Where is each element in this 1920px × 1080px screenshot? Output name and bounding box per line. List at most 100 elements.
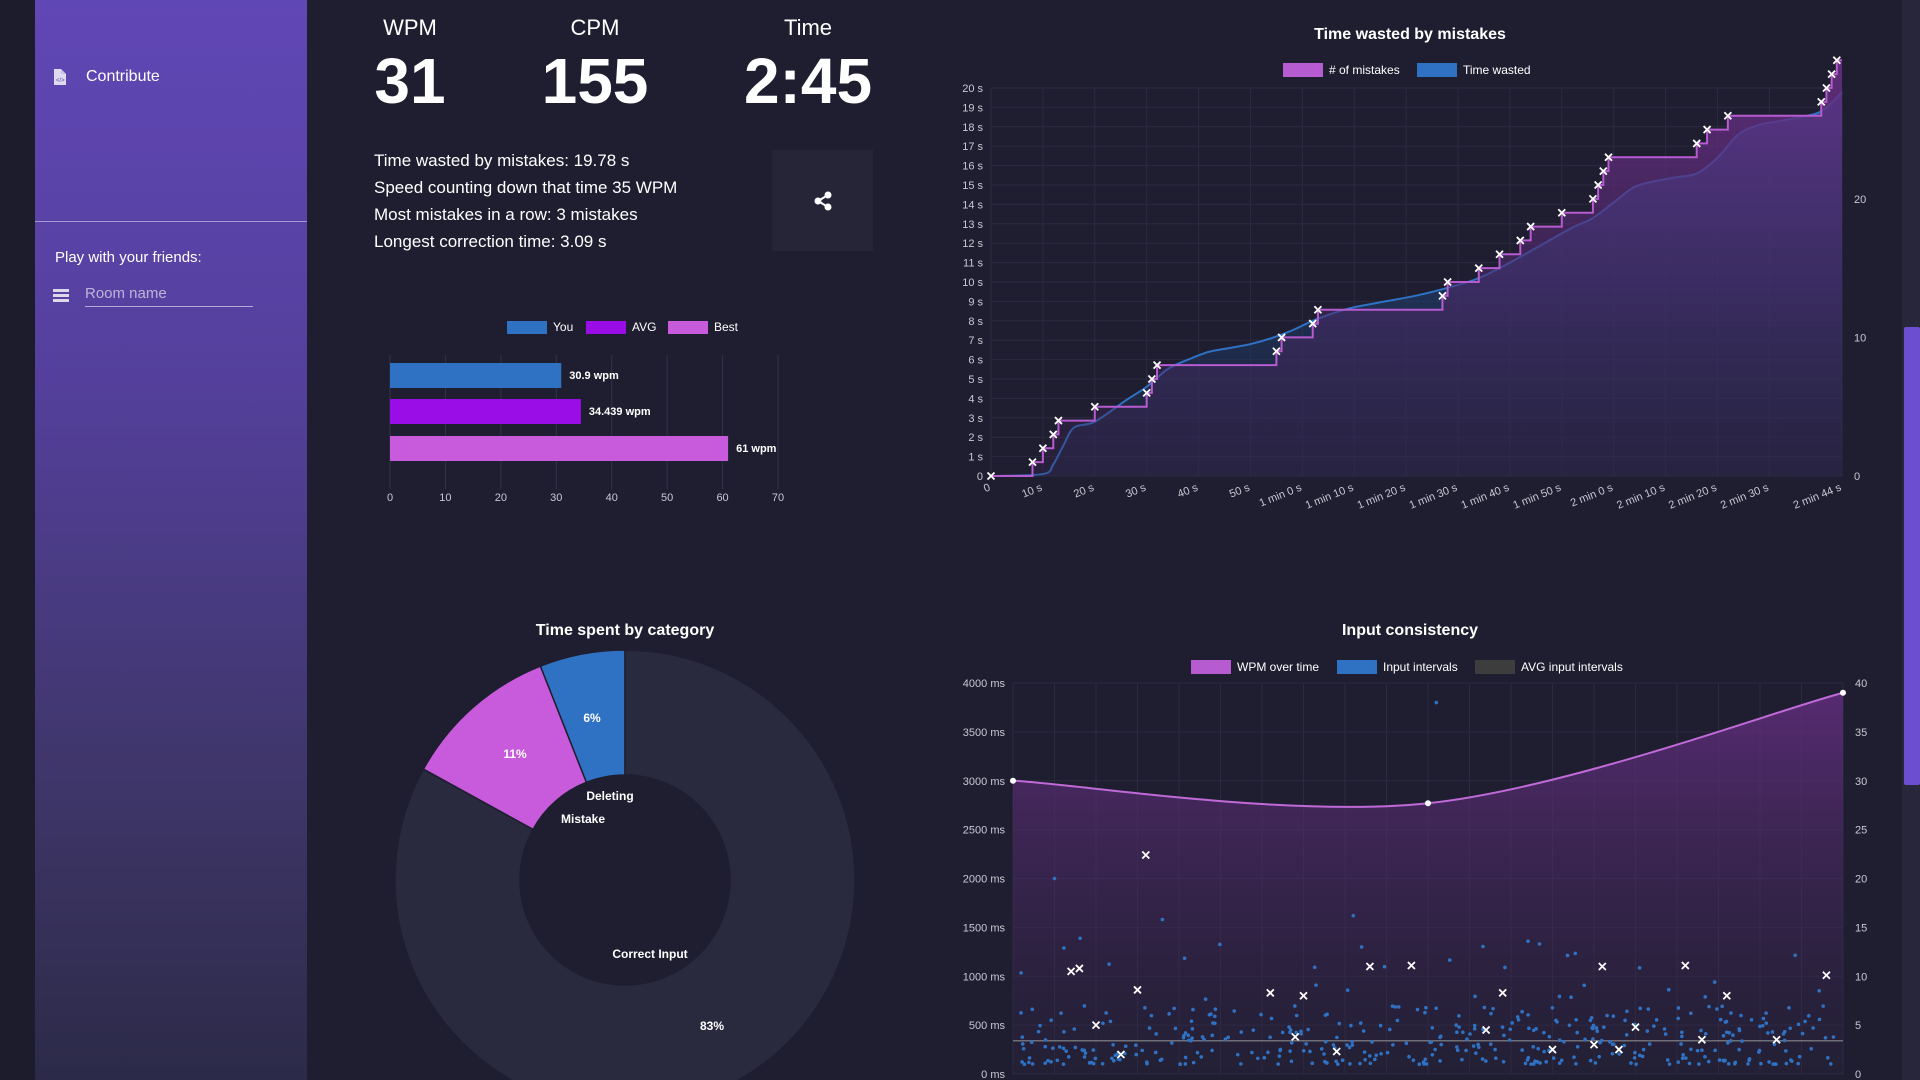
y-tick-label: 5 s	[968, 374, 983, 386]
y-tick-label: 10 s	[962, 277, 983, 289]
interval-point	[1764, 1021, 1769, 1025]
interval-point	[1526, 1013, 1530, 1017]
interval-point	[1800, 1031, 1805, 1036]
interval-point	[1562, 1040, 1566, 1044]
interval-point	[1213, 1007, 1218, 1012]
legend-label-avg: AVG	[632, 320, 656, 334]
interval-point	[1537, 942, 1542, 946]
interval-point	[1680, 1056, 1685, 1061]
interval-point	[1809, 1047, 1814, 1051]
interval-point	[1591, 1037, 1595, 1041]
interval-point	[1572, 1055, 1576, 1059]
interval-point	[1082, 1055, 1087, 1059]
interval-point	[1143, 1006, 1147, 1010]
interval-point	[1551, 1056, 1556, 1060]
time-wasted-chart: Time wasted by mistakes # of mistakes Ti…	[962, 26, 1866, 512]
interval-point	[1345, 1043, 1349, 1047]
interval-point	[1323, 1039, 1328, 1044]
interval-point	[1465, 1037, 1469, 1041]
interval-point	[1147, 1026, 1152, 1030]
interval-point	[1424, 1005, 1428, 1010]
interval-point	[1793, 953, 1797, 958]
pie-data-label: 11%	[503, 747, 527, 761]
wpm-point	[1840, 689, 1846, 696]
interval-point	[1471, 1044, 1476, 1048]
interval-point	[1729, 1039, 1733, 1043]
y-tick-label: 3500 ms	[963, 727, 1006, 739]
interval-point	[1417, 1062, 1422, 1067]
share-button[interactable]	[772, 150, 873, 251]
interval-point	[1574, 1062, 1578, 1066]
tw-series	[986, 56, 1843, 481]
y2-tick-label: 20	[1855, 874, 1867, 886]
interval-point	[1527, 1026, 1531, 1031]
interval-point	[1747, 1057, 1752, 1061]
interval-point	[1806, 1014, 1811, 1018]
ic-legend: WPM over time Input intervals AVG input …	[1191, 660, 1623, 674]
interval-point	[1393, 1005, 1398, 1009]
interval-point	[1663, 1032, 1668, 1036]
interval-point	[1212, 1014, 1217, 1019]
pie-slices	[394, 649, 856, 1080]
interval-point	[1080, 1048, 1085, 1052]
interval-point	[1515, 1015, 1520, 1019]
interval-point	[1739, 1013, 1743, 1018]
interval-point	[1111, 1058, 1116, 1063]
interval-point	[1428, 1040, 1432, 1045]
interval-point	[1123, 1044, 1128, 1048]
interval-point	[1746, 1062, 1750, 1066]
interval-point	[1183, 1055, 1188, 1060]
interval-point	[1761, 1016, 1766, 1021]
x-tick-label: 20	[495, 492, 507, 504]
interval-point	[1172, 1006, 1176, 1011]
interval-point	[1646, 1007, 1651, 1011]
interval-point	[1538, 1061, 1542, 1065]
interval-point	[1823, 1035, 1828, 1040]
interval-point	[1021, 1046, 1026, 1051]
interval-point	[1368, 1061, 1373, 1066]
detail-speed-countdown: Speed counting down that time 35 WPM	[374, 178, 678, 197]
scrollbar-thumb[interactable]	[1904, 327, 1920, 785]
interval-point	[1624, 1033, 1629, 1037]
interval-point	[1334, 1059, 1338, 1064]
room-name-input[interactable]	[85, 283, 253, 307]
interval-point	[1502, 1033, 1506, 1038]
interval-point	[1370, 1040, 1374, 1044]
y2-tick-label: 0	[1855, 1069, 1861, 1080]
interval-point	[1676, 1016, 1680, 1021]
interval-point	[1731, 1033, 1735, 1038]
interval-point	[1083, 1051, 1088, 1055]
interval-point	[1051, 1046, 1055, 1050]
interval-point	[1289, 1059, 1294, 1064]
interval-point	[1062, 1029, 1066, 1034]
legend-label-best: Best	[714, 320, 739, 334]
interval-point	[1027, 1056, 1032, 1060]
x-tick-label: 50 s	[1228, 481, 1252, 500]
interval-point	[1210, 1048, 1214, 1053]
interval-point	[1482, 1005, 1487, 1010]
x-tick-label: 1 min 20 s	[1356, 481, 1408, 511]
interval-point	[1477, 1045, 1481, 1050]
sidebar: </> Contribute Play with your friends:	[35, 0, 307, 1080]
interval-point	[1280, 1030, 1285, 1035]
interval-point	[1610, 1051, 1615, 1056]
interval-point	[1073, 1045, 1078, 1050]
chart-title: Time wasted by mistakes	[1314, 26, 1506, 43]
detail-most-mistakes: Most mistakes in a row: 3 mistakes	[374, 205, 638, 224]
interval-point	[1153, 1050, 1158, 1055]
interval-point	[1703, 1031, 1708, 1036]
interval-point	[1322, 1052, 1326, 1056]
legend-label-wasted: Time wasted	[1463, 63, 1531, 77]
interval-point	[1491, 1006, 1495, 1011]
interval-point	[1484, 1059, 1488, 1063]
interval-point	[1362, 1050, 1367, 1054]
interval-point	[1784, 1049, 1788, 1053]
contribute-link[interactable]: </> Contribute	[53, 68, 160, 86]
interval-point	[1647, 1042, 1652, 1046]
interval-point	[1036, 1029, 1041, 1034]
interval-point	[1665, 1058, 1670, 1062]
tw-legend: # of mistakes Time wasted	[1283, 63, 1531, 77]
interval-point	[1235, 1052, 1240, 1057]
interval-point	[1187, 1038, 1191, 1043]
y-tick-label: 2000 ms	[963, 874, 1006, 886]
